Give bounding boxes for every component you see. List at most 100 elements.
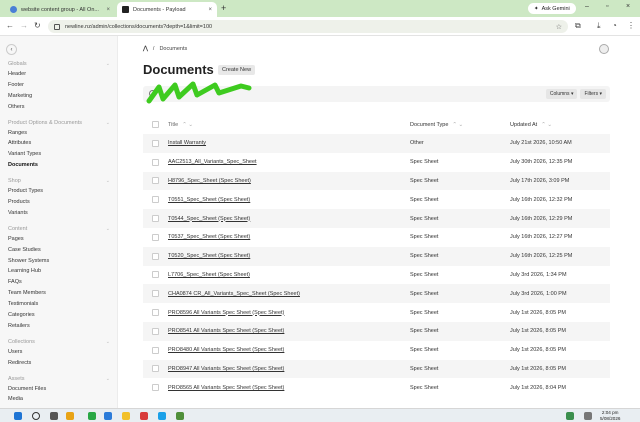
sidebar-item[interactable]: Categories xyxy=(8,310,110,321)
sidebar-item[interactable]: Documents xyxy=(8,160,110,171)
reload-icon[interactable]: ↻ xyxy=(34,21,41,30)
extensions-icon[interactable]: ⧉ xyxy=(575,21,581,31)
sidebar-item[interactable]: Header xyxy=(8,69,110,80)
network-icon[interactable] xyxy=(584,412,592,420)
system-clock[interactable]: 2:04 pm 5/08/2026 xyxy=(600,410,620,421)
ask-gemini-button[interactable]: ✦ Ask Gemini xyxy=(528,3,576,14)
browser-tab-documents[interactable]: Documents - Payload × xyxy=(117,2,217,17)
document-title-link[interactable]: PRO8541 All Variants Spec Sheet (Spec Sh… xyxy=(168,328,284,334)
sidebar-group-0[interactable]: Globals ⌄ xyxy=(8,61,110,67)
search-icon[interactable] xyxy=(32,412,40,420)
new-tab-icon[interactable]: + xyxy=(221,3,226,13)
maximize-icon[interactable]: ▫ xyxy=(606,3,608,10)
task-view-icon[interactable] xyxy=(50,412,58,420)
download-icon[interactable]: ⤓ xyxy=(597,21,601,31)
row-checkbox[interactable] xyxy=(152,309,159,317)
sidebar-group-3[interactable]: Content ⌄ xyxy=(8,226,110,232)
sidebar-item[interactable]: Variants xyxy=(8,208,110,219)
row-checkbox[interactable] xyxy=(152,139,159,147)
sidebar-item[interactable]: Shower Systems xyxy=(8,256,110,267)
document-title-link[interactable]: T0551_Spec_Sheet (Spec Sheet) xyxy=(168,197,250,203)
row-checkbox[interactable] xyxy=(152,346,159,354)
sidebar-group-2[interactable]: Shop ⌄ xyxy=(8,178,110,184)
app-taskbar-icon[interactable] xyxy=(88,412,96,420)
sidebar-item[interactable]: Attributes xyxy=(8,138,110,149)
sidebar-item[interactable]: Ranges xyxy=(8,128,110,139)
menu-kebab-icon[interactable]: ⋮ xyxy=(627,21,635,30)
row-checkbox[interactable] xyxy=(152,196,159,204)
edge-icon[interactable] xyxy=(158,412,166,420)
sidebar-item[interactable]: Retailers xyxy=(8,321,110,332)
row-checkbox[interactable] xyxy=(152,327,159,335)
sidebar-item[interactable]: Users xyxy=(8,347,110,358)
document-title-link[interactable]: Install Warranty xyxy=(168,140,206,146)
avatar[interactable] xyxy=(599,44,609,54)
sidebar-item[interactable]: Others xyxy=(8,102,110,113)
document-title-link[interactable]: T0520_Spec_Sheet (Spec Sheet) xyxy=(168,253,250,259)
select-all-checkbox[interactable] xyxy=(152,121,159,128)
row-checkbox[interactable] xyxy=(152,271,159,279)
row-checkbox[interactable] xyxy=(152,177,159,185)
sidebar-item[interactable]: Product Types xyxy=(8,186,110,197)
column-header-document-type[interactable]: Document Type ⌃ ⌄ xyxy=(410,122,510,128)
sidebar-group-5[interactable]: Assets ⌄ xyxy=(8,376,110,382)
site-info-icon[interactable] xyxy=(54,23,60,30)
columns-button[interactable]: Columns ▾ xyxy=(545,89,578,99)
column-header-title[interactable]: Title ⌃ ⌄ xyxy=(168,122,410,128)
sidebar-item[interactable]: Media xyxy=(8,394,110,405)
collapse-sidebar-button[interactable]: ‹ xyxy=(6,44,17,55)
close-tab-icon[interactable]: × xyxy=(106,7,110,13)
bookmark-star-icon[interactable]: ☆ xyxy=(556,23,562,31)
back-arrow-icon[interactable]: ← xyxy=(6,21,14,30)
document-title-link[interactable]: T0537_Spec_Sheet (Spec Sheet) xyxy=(168,234,250,240)
sidebar-group-4[interactable]: Collections ⌄ xyxy=(8,339,110,345)
document-title-link[interactable]: PRO8565 All Variants Spec Sheet (Spec Sh… xyxy=(168,385,284,391)
column-header-updated-at[interactable]: Updated At ⌃ ⌄ xyxy=(510,122,610,128)
sidebar-item[interactable]: Variant Types xyxy=(8,149,110,160)
chrome-taskbar-icon[interactable] xyxy=(66,412,74,420)
app-taskbar-icon[interactable] xyxy=(140,412,148,420)
address-bar[interactable]: newline.nz/admin/collections/documents?d… xyxy=(48,20,568,33)
document-title-link[interactable]: CHA0874 CR_All_Variants_Spec_Sheet (Spec… xyxy=(168,291,300,297)
forward-arrow-icon[interactable]: → xyxy=(20,21,28,30)
document-title-link[interactable]: T0544_Spec_Sheet (Spec Sheet) xyxy=(168,216,250,222)
sidebar-item[interactable]: Team Members xyxy=(8,288,110,299)
close-window-icon[interactable]: × xyxy=(626,3,630,10)
document-title-link[interactable]: AAC2513_All_Variants_Spec_Sheet xyxy=(168,159,257,165)
sidebar-item[interactable]: Pages xyxy=(8,234,110,245)
sort-icon[interactable]: ⌃ ⌄ xyxy=(182,122,193,128)
search-bar[interactable]: Columns ▾ Filters ▾ xyxy=(143,81,610,104)
payload-logo-icon[interactable]: ⋀ xyxy=(143,45,148,52)
document-title-link[interactable]: H8796_Spec_Sheet (Spec Sheet) xyxy=(168,178,251,184)
sidebar-item[interactable]: Marketing xyxy=(8,91,110,102)
tray-icon[interactable] xyxy=(566,412,574,420)
document-title-link[interactable]: PRO8480 All Variants Spec Sheet (Spec Sh… xyxy=(168,347,284,353)
document-title-link[interactable]: L7706_Spec_Sheet (Spec Sheet) xyxy=(168,272,250,278)
document-title-link[interactable]: PRO8947 All Variants Spec Sheet (Spec Sh… xyxy=(168,366,284,372)
minimize-icon[interactable]: – xyxy=(585,3,589,10)
browser-tab-website-content[interactable]: website content group - All On... × xyxy=(5,2,115,17)
row-checkbox[interactable] xyxy=(152,384,159,392)
windows-start-icon[interactable] xyxy=(14,412,22,420)
sidebar-item[interactable]: FAQs xyxy=(8,277,110,288)
profile-icon[interactable]: ◔ xyxy=(612,21,617,30)
filters-button[interactable]: Filters ▾ xyxy=(580,89,606,99)
sidebar-item[interactable]: Redirects xyxy=(8,358,110,369)
sidebar-item[interactable]: Case Studies xyxy=(8,245,110,256)
app-taskbar-icon[interactable] xyxy=(104,412,112,420)
row-checkbox[interactable] xyxy=(152,158,159,166)
row-checkbox[interactable] xyxy=(152,290,159,298)
row-checkbox[interactable] xyxy=(152,365,159,373)
row-checkbox[interactable] xyxy=(152,215,159,223)
document-title-link[interactable]: PRO8596 All Variants Spec Sheet (Spec Sh… xyxy=(168,310,284,316)
sidebar-item[interactable]: Document Files xyxy=(8,384,110,395)
sidebar-item[interactable]: Learning Hub xyxy=(8,266,110,277)
row-checkbox[interactable] xyxy=(152,233,159,241)
sidebar-item[interactable]: Footer xyxy=(8,80,110,91)
app-taskbar-icon[interactable] xyxy=(176,412,184,420)
create-new-button[interactable]: Create New xyxy=(218,65,256,75)
sort-icon[interactable]: ⌃ ⌄ xyxy=(452,122,463,128)
row-checkbox[interactable] xyxy=(152,252,159,260)
sidebar-item[interactable]: Testimonials xyxy=(8,299,110,310)
sidebar-item[interactable]: Products xyxy=(8,197,110,208)
